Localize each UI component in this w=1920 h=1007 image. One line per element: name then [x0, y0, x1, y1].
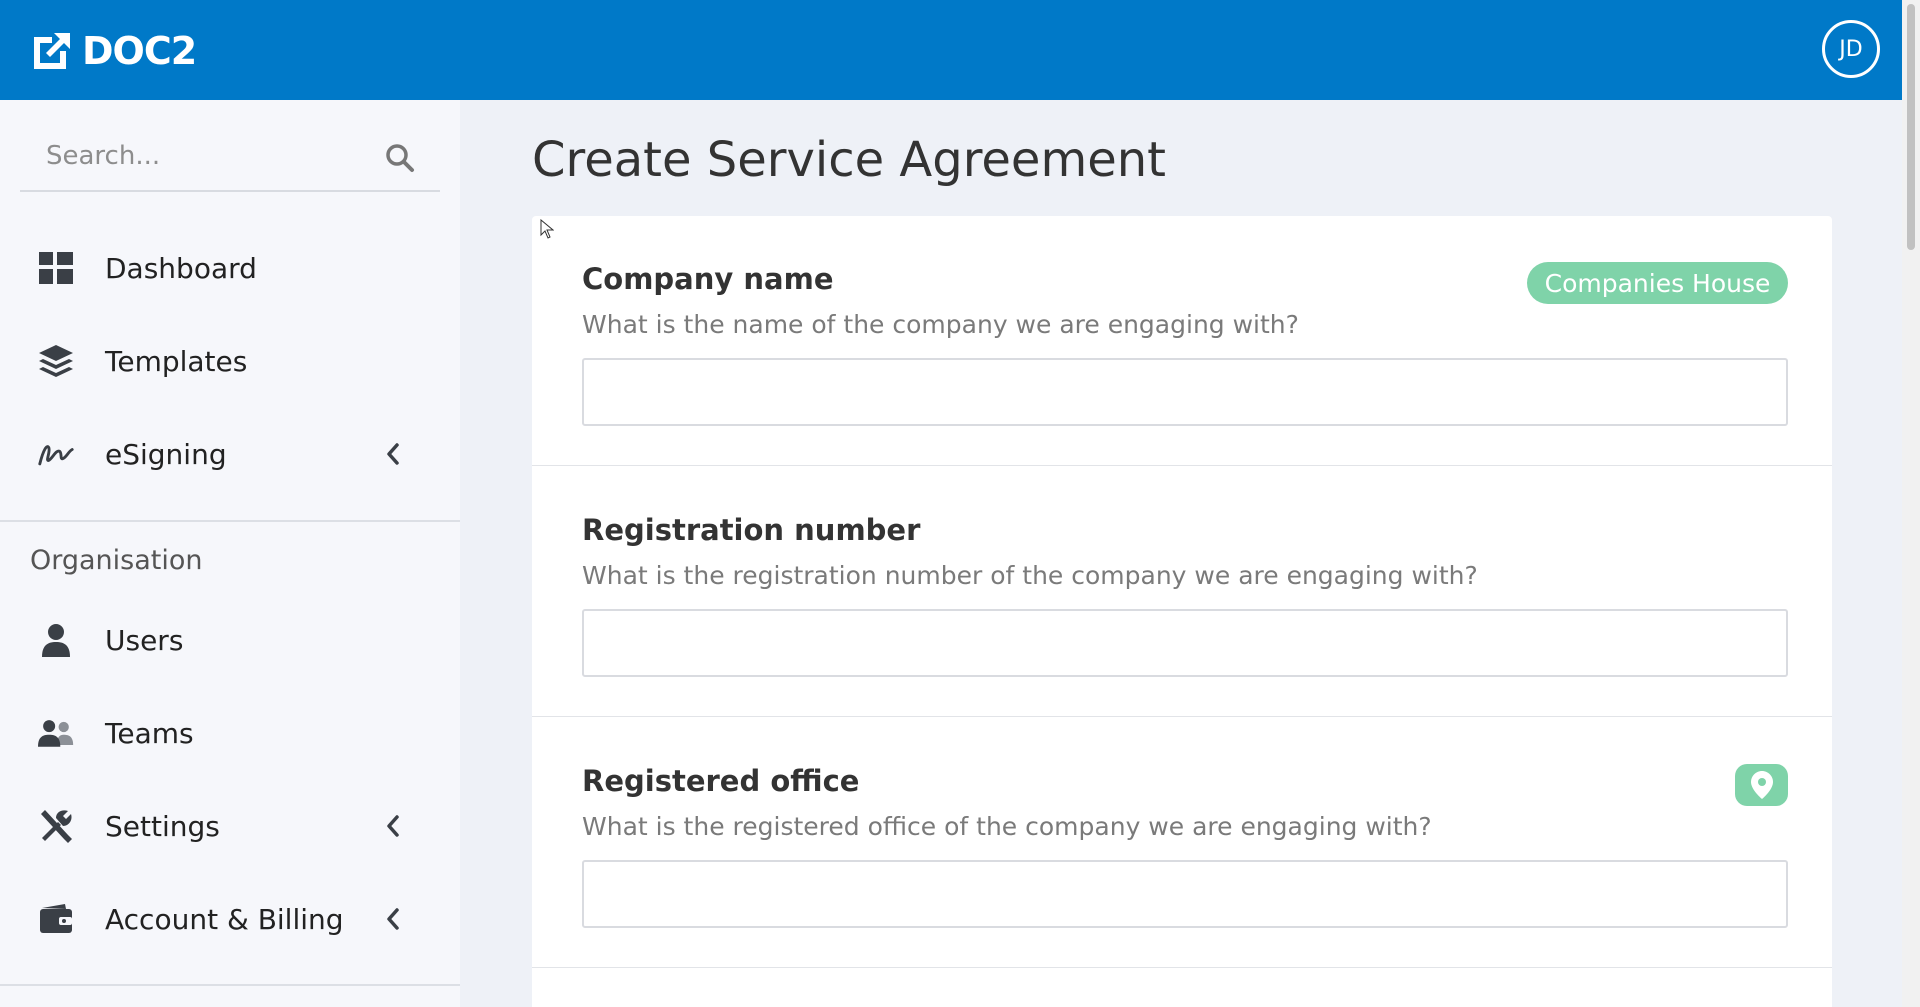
tools-icon: [38, 808, 74, 844]
sidebar-item-teams[interactable]: Teams: [0, 693, 460, 773]
sidebar-item-label: Account & Billing: [105, 902, 344, 936]
field-label: Company name: [582, 262, 834, 296]
sidebar-section-label: Organisation: [30, 545, 203, 576]
users-icon: [38, 715, 74, 751]
user-icon: [38, 622, 74, 658]
sidebar-item-users[interactable]: Users: [0, 600, 460, 680]
chevron-left-icon[interactable]: [384, 813, 402, 839]
search-input[interactable]: [20, 122, 380, 190]
wallet-icon: [38, 901, 74, 937]
sidebar: Dashboard Templates eSigning Organisatio…: [0, 100, 460, 1007]
top-bar: DOC2 JD: [0, 0, 1902, 100]
doc2-logo[interactable]: DOC2: [30, 28, 197, 74]
page-title: Create Service Agreement: [532, 132, 1166, 188]
sidebar-item-settings[interactable]: Settings: [0, 786, 460, 866]
field-registration-number: Registration number What is the registra…: [532, 467, 1832, 717]
field-company-name: Company name What is the name of the com…: [532, 216, 1832, 466]
layers-icon: [38, 343, 74, 379]
user-avatar[interactable]: JD: [1822, 20, 1880, 78]
dashboard-grid-icon: [38, 250, 74, 286]
companies-house-button[interactable]: Companies House: [1527, 262, 1788, 304]
sidebar-item-account-billing[interactable]: Account & Billing: [0, 879, 460, 959]
logo-icon: [34, 33, 70, 69]
search-icon[interactable]: [384, 142, 416, 174]
company-name-input[interactable]: [582, 358, 1788, 426]
chevron-left-icon[interactable]: [384, 906, 402, 932]
registered-office-input[interactable]: [582, 860, 1788, 928]
sidebar-item-templates[interactable]: Templates: [0, 321, 460, 401]
sidebar-item-esigning[interactable]: eSigning: [0, 414, 460, 494]
mouse-cursor-icon: [540, 219, 554, 239]
sidebar-item-dashboard[interactable]: Dashboard: [0, 228, 460, 308]
sidebar-item-label: Settings: [105, 809, 220, 843]
registration-number-input[interactable]: [582, 609, 1788, 677]
form-card: Company name What is the name of the com…: [532, 216, 1832, 1007]
chevron-left-icon[interactable]: [384, 441, 402, 467]
sidebar-item-label: Templates: [105, 344, 248, 378]
sidebar-divider: [0, 520, 460, 522]
search-box: [20, 122, 440, 192]
field-help-text: What is the registration number of the c…: [582, 561, 1478, 590]
sidebar-item-label: Users: [105, 623, 184, 657]
sidebar-item-label: Dashboard: [105, 251, 257, 285]
address-lookup-button[interactable]: [1735, 764, 1788, 806]
sidebar-item-label: eSigning: [105, 437, 227, 471]
field-label: Registered office: [582, 764, 860, 798]
scrollbar-thumb[interactable]: [1907, 4, 1915, 250]
field-help-text: What is the registered office of the com…: [582, 812, 1432, 841]
field-help-text: What is the name of the company we are e…: [582, 310, 1299, 339]
signature-icon: [38, 436, 74, 472]
page-scrollbar[interactable]: [1902, 0, 1920, 1007]
sidebar-divider: [0, 984, 460, 986]
field-label: Registration number: [582, 513, 921, 547]
map-pin-icon: [1750, 771, 1773, 799]
sidebar-item-label: Teams: [105, 716, 194, 750]
logo-text: DOC2: [82, 29, 197, 73]
field-registered-office: Registered office What is the registered…: [532, 718, 1832, 968]
